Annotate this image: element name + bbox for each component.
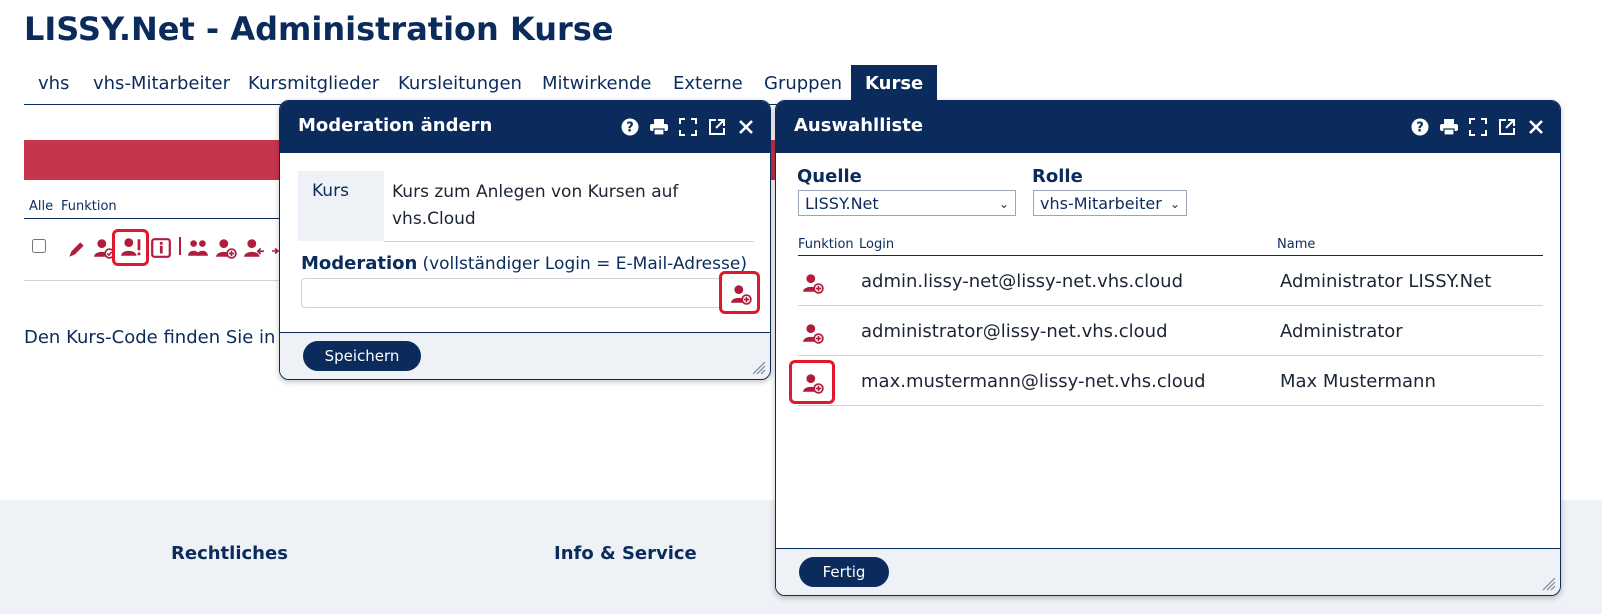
tab-externe[interactable]: Externe [673,65,743,103]
tab-vhs-mitarbeiter[interactable]: vhs-Mitarbeiter [93,65,230,103]
column-header-all[interactable]: Alle [29,199,53,214]
table-cell-name: Max Mustermann [1280,371,1436,392]
page-title: LISSY.Net - Administration Kurse [24,10,614,48]
resize-grip-icon[interactable] [1540,575,1556,591]
source-label: Quelle [797,166,862,187]
user-add-icon[interactable] [802,272,824,294]
table-row-divider [798,405,1543,406]
column-header-function: Funktion [798,237,854,252]
kurs-divider [384,241,754,242]
chevron-down-icon: ⌄ [1169,197,1180,211]
table-cell-login: max.mustermann@lissy-net.vhs.cloud [861,371,1206,392]
moderation-label-row: Moderation (vollständiger Login = E-Mail… [301,253,747,274]
help-icon[interactable]: ? [620,117,640,137]
table-cell-name: Administrator LISSY.Net [1280,271,1492,292]
tab-mitwirkende[interactable]: Mitwirkende [542,65,651,103]
user-add-icon[interactable] [802,322,824,344]
select-user-highlight [789,360,835,404]
add-moderator-highlight [719,271,760,314]
print-icon[interactable] [1439,117,1459,137]
maximize-icon[interactable] [1468,117,1488,137]
role-select-value: vhs-Mitarbeiter [1040,194,1162,213]
edit-icon[interactable] [66,238,88,260]
footer-heading-service: Info & Service [554,543,697,564]
user-add-icon[interactable] [215,237,237,259]
table-cell-name: Administrator [1280,321,1403,342]
moderation-input[interactable] [301,278,721,308]
table-row-divider [798,305,1543,306]
list-row-divider [24,280,282,281]
picklist-dialog-title: Auswahlliste [794,115,924,136]
picklist-dialog-header[interactable]: Auswahlliste ? [776,101,1560,153]
tab-kursleitungen[interactable]: Kursleitungen [398,65,522,103]
moderation-label: Moderation [301,253,418,274]
moderation-hint: (vollständiger Login = E-Mail-Adresse) [422,254,747,274]
print-icon[interactable] [649,117,669,137]
kurs-label-cell: Kurs [298,171,384,241]
table-cell-login: admin.lissy-net@lissy-net.vhs.cloud [861,271,1184,292]
popout-icon[interactable] [1497,117,1517,137]
role-select[interactable]: vhs-Mitarbeiter ⌄ [1033,190,1187,216]
user-import-icon[interactable] [243,237,265,259]
tab-kursmitglieder[interactable]: Kursmitglieder [248,65,379,103]
status-banner [24,140,284,180]
column-header-function: Funktion [61,199,117,214]
maximize-icon[interactable] [678,117,698,137]
tab-kurse[interactable]: Kurse [851,65,938,103]
picklist-dialog-footer: Fertig [776,548,1560,595]
tab-vhs[interactable]: vhs [38,65,69,103]
chevron-down-icon: ⌄ [998,197,1009,211]
info-icon[interactable] [150,237,172,259]
table-header-divider [798,255,1543,256]
close-icon[interactable] [1526,117,1546,137]
svg-text:?: ? [626,121,634,136]
table-row-divider [798,355,1543,356]
column-header-name[interactable]: Name [1277,237,1315,252]
svg-text:?: ? [1416,121,1424,136]
moderation-dialog-title: Moderation ändern [298,115,493,136]
kurs-value: Kurs zum Anlegen von Kursen auf vhs.Clou… [392,182,679,229]
done-button[interactable]: Fertig [799,557,889,587]
users-icon[interactable] [187,237,209,259]
course-code-hint: Den Kurs-Code finden Sie in de [24,327,304,348]
table-cell-login: administrator@lissy-net.vhs.cloud [861,321,1168,342]
list-header-divider [24,218,282,219]
moderation-dialog-footer: Speichern [280,332,770,379]
help-icon[interactable]: ? [1410,117,1430,137]
source-select-value: LISSY.Net [805,194,879,213]
tab-bar: vhs vhs-Mitarbeiter Kursmitglieder Kursl… [24,65,938,105]
source-select[interactable]: LISSY.Net ⌄ [798,190,1016,216]
popout-icon[interactable] [707,117,727,137]
footer-heading-legal: Rechtliches [171,543,288,564]
select-all-checkbox[interactable] [32,239,46,253]
kurs-label: Kurs [312,181,349,201]
moderator-icon-highlight [112,229,149,266]
picklist-dialog: Auswahlliste ? Quelle LISSY.Net ⌄ Rolle … [775,100,1561,596]
save-button[interactable]: Speichern [303,341,421,371]
resize-grip-icon[interactable] [750,359,766,375]
role-label: Rolle [1032,166,1083,187]
tab-gruppen[interactable]: Gruppen [764,65,842,103]
moderation-dialog: Moderation ändern ? Kurs Kurs zum Anlege… [279,100,771,380]
column-header-login[interactable]: Login [859,237,894,252]
close-icon[interactable] [736,117,756,137]
moderation-dialog-header[interactable]: Moderation ändern ? [280,101,770,153]
icon-separator [179,237,181,255]
